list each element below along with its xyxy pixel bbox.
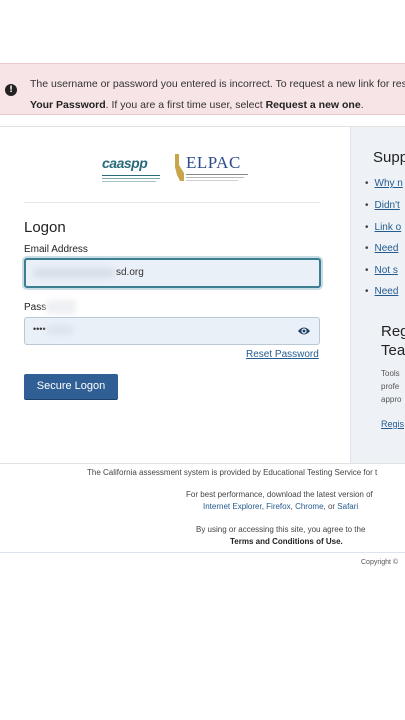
support-title: Supp xyxy=(373,149,405,166)
logos: caaspp ELPAC xyxy=(100,153,250,187)
safari-link[interactable]: Safari xyxy=(337,502,358,511)
reset-password-link[interactable]: Reset Password xyxy=(246,349,319,360)
support-sidebar: Supp • Why n • Didn't • Link o • Need • Not s… xyxy=(350,127,405,463)
email-input[interactable]: sd.org xyxy=(24,258,321,288)
caaspp-logo-text: caaspp xyxy=(102,155,148,171)
caaspp-logo: caaspp xyxy=(100,153,162,187)
register-link[interactable]: Regis xyxy=(381,419,404,429)
elpac-logo-text: ELPAC xyxy=(186,153,241,172)
footer: The California assessment system is prov… xyxy=(0,464,405,552)
register-description: Tools profe appro xyxy=(381,367,401,406)
alert-message: The username or password you entered is … xyxy=(30,74,405,114)
email-value: sd.org xyxy=(116,267,144,278)
email-label: Email Address xyxy=(24,244,88,255)
footer-agree-text: By using or accessing this site, you agr… xyxy=(196,525,366,534)
support-link-3[interactable]: • Link o xyxy=(365,222,401,233)
footer-performance-text: For best performance, download the lates… xyxy=(186,490,373,499)
alert-reset-ref: Your Password xyxy=(30,99,106,111)
alert-line-2-mid: . If you are a first time user, select xyxy=(105,99,266,111)
support-link-5[interactable]: • Not s xyxy=(365,265,398,276)
support-link-6[interactable]: • Need xyxy=(365,286,398,297)
support-link-1[interactable]: • Why n xyxy=(365,178,403,189)
redacted-password xyxy=(47,325,73,335)
password-value: •••• xyxy=(33,324,46,334)
register-text-line-2: profe xyxy=(381,382,400,391)
password-input[interactable]: •••• xyxy=(24,317,320,345)
alert-line-2-end: . xyxy=(360,99,364,111)
alert-request-ref: Request a new one xyxy=(265,99,361,111)
redacted-label xyxy=(46,300,76,314)
support-link-4[interactable]: • Need xyxy=(365,243,398,254)
footer-provider-text: The California assessment system is prov… xyxy=(87,468,378,477)
secure-logon-button[interactable]: Secure Logon xyxy=(24,374,118,399)
california-seal-icon xyxy=(175,154,184,181)
chrome-link[interactable]: Chrome xyxy=(295,502,323,511)
support-link-2[interactable]: • Didn't xyxy=(365,200,400,211)
password-label: Pass xyxy=(24,302,47,313)
firefox-link[interactable]: Firefox xyxy=(266,502,290,511)
register-title-line-2: Tea xyxy=(381,342,405,359)
main-content: caaspp ELPAC Logon Email Address sd.org … xyxy=(0,126,405,463)
alert-line-1: The username or password you entered is … xyxy=(30,78,405,90)
footer-browsers: Internet Explorer, Firefox, Chrome, or S… xyxy=(203,502,359,511)
register-title: Reg Tea xyxy=(381,322,405,360)
logon-panel: caaspp ELPAC Logon Email Address sd.org … xyxy=(0,127,350,463)
terms-and-conditions-link[interactable]: Terms and Conditions of Use. xyxy=(230,537,343,546)
register-text-line-3: appro xyxy=(381,395,402,404)
logo-divider xyxy=(24,202,320,203)
redacted-email xyxy=(33,268,115,278)
logon-title: Logon xyxy=(24,219,66,236)
register-title-line-1: Reg xyxy=(381,323,405,340)
error-alert: ! The username or password you entered i… xyxy=(0,63,405,115)
copyright-text: Copyright © xyxy=(361,559,399,566)
internet-explorer-link[interactable]: Internet Explorer xyxy=(203,502,262,511)
alert-line-2: Your Password. If you are a first time u… xyxy=(30,95,405,114)
show-password-eye-icon[interactable] xyxy=(297,325,311,337)
footer-bottom-divider xyxy=(0,552,405,553)
alert-icon: ! xyxy=(5,84,17,96)
register-text-line-1: Tools xyxy=(381,369,400,378)
